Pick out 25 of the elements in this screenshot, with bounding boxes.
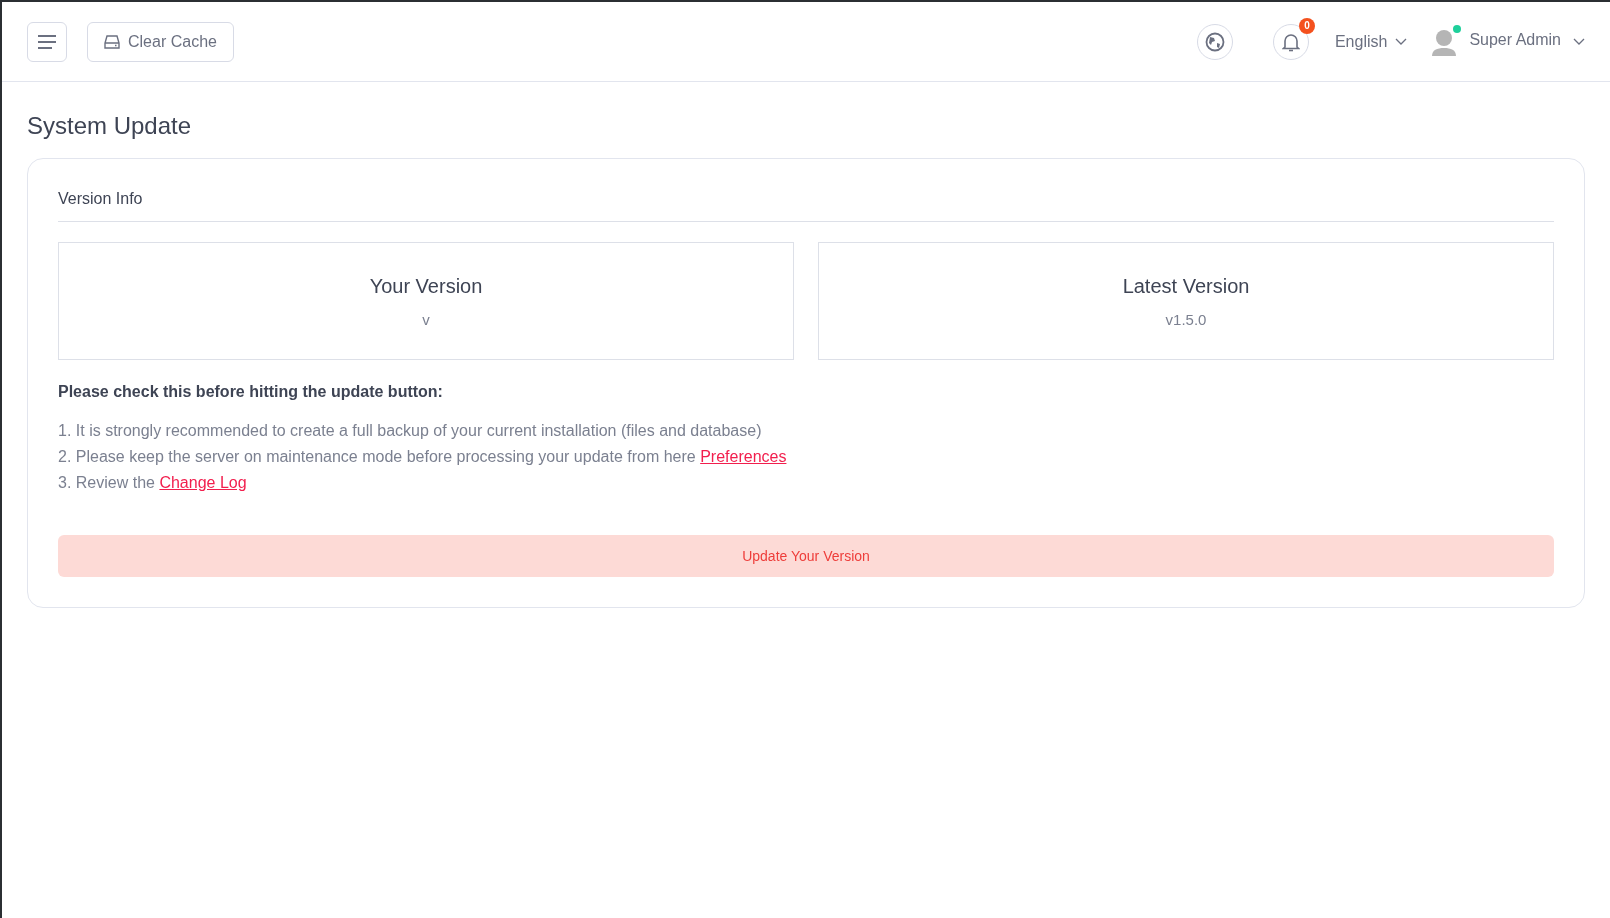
clear-cache-button[interactable]: Clear Cache — [87, 21, 234, 62]
drive-icon — [104, 34, 120, 49]
update-version-button[interactable]: Update Your Version — [58, 535, 1554, 577]
notification-count-badge: 0 — [1298, 17, 1315, 34]
bell-icon — [1281, 31, 1300, 52]
language-dropdown[interactable]: English — [1334, 29, 1408, 54]
version-value: v — [422, 310, 430, 330]
checklist-item: 1. It is strongly recommended to create a full backup of your current installation (files and database) — [58, 421, 763, 441]
user-menu[interactable]: Super Admin — [1431, 27, 1585, 56]
version-value: v1.5.0 — [1165, 310, 1207, 330]
menu-button[interactable] — [27, 21, 67, 62]
menu-icon — [37, 33, 57, 50]
chevron-down-icon — [1395, 37, 1408, 46]
page-title: System Update — [27, 111, 193, 141]
globe-icon — [1204, 31, 1225, 52]
notice-title: Please check this before hitting the update button: — [58, 382, 444, 402]
version-label: Your Version — [369, 274, 483, 299]
inline-link[interactable]: Change Log — [159, 474, 247, 491]
checklist-item: 2. Please keep the server on maintenance mode before processing your update from here Preferences — [58, 447, 788, 467]
checklist-item: 3. Review the Change Log — [58, 473, 248, 493]
card-title: Version Info — [58, 187, 1554, 222]
avatar-icon — [1431, 27, 1458, 56]
inline-link[interactable]: Preferences — [700, 448, 787, 465]
chevron-down-icon — [1573, 37, 1585, 46]
version-label: Latest Version — [1122, 274, 1250, 299]
